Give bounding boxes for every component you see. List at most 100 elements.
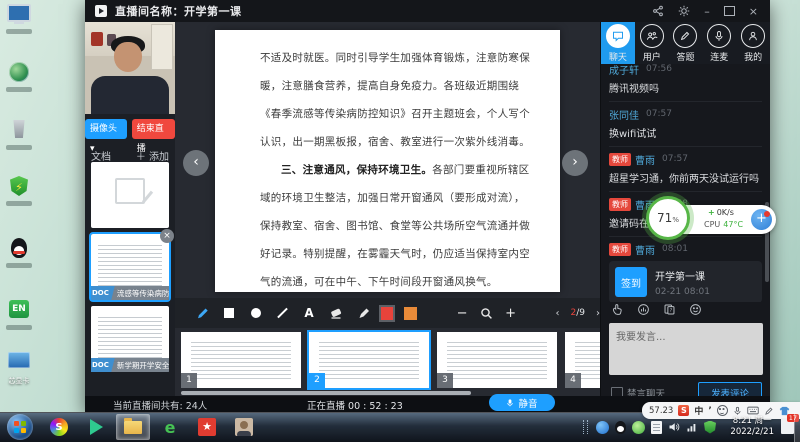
tray-app-icon[interactable]: [596, 421, 609, 434]
tab-mic-connect[interactable]: 连麦: [702, 22, 736, 64]
next-page-arrow[interactable]: ›: [562, 150, 588, 176]
ellipse-tool-icon[interactable]: [248, 305, 264, 321]
end-live-button[interactable]: 结束直播: [132, 119, 175, 139]
taskbar-active-app-icon[interactable]: [116, 414, 150, 440]
desktop-icon-computer[interactable]: [3, 4, 35, 34]
thumb-preview: [191, 339, 291, 381]
close-document-icon[interactable]: ×: [160, 229, 174, 243]
page-thumbnail-2-selected[interactable]: 2: [309, 332, 429, 388]
webcam-preview: [85, 22, 175, 114]
composer-toolbar: ?: [611, 303, 702, 316]
prev-page-arrow[interactable]: ‹: [183, 150, 209, 176]
taskbar-browser-icon[interactable]: e: [153, 414, 187, 440]
teacher-badge: 教师: [609, 243, 631, 256]
doc-line: 保持教室、宿舍、图书馆、食堂等公共场所空气流通并做: [260, 212, 532, 240]
settings-gear-icon[interactable]: [678, 5, 690, 17]
document-page-canvas[interactable]: 不适及时就医。同时引导学生加强体育锻炼，注意防寒保 暖，注意膳食营养，提高自身免…: [215, 30, 560, 292]
taskbar-player-icon[interactable]: [79, 414, 113, 440]
tab-quiz[interactable]: 答题: [669, 22, 703, 64]
network-icon[interactable]: [686, 421, 698, 433]
rectangle-tool-icon[interactable]: [222, 305, 238, 321]
volume-icon[interactable]: [668, 421, 680, 433]
shelf-item: [91, 32, 103, 46]
sender-name: 曹雨: [635, 242, 655, 257]
pencil-tool-icon[interactable]: [195, 305, 211, 321]
ime-punct-toggle[interactable]: ’: [708, 406, 711, 416]
tab-mine[interactable]: 我的: [736, 22, 770, 64]
tray-qq-icon[interactable]: [615, 421, 626, 434]
poll-chart-icon[interactable]: [637, 303, 650, 316]
message-time: 07:57: [662, 154, 688, 164]
ime-language-toggle[interactable]: 中: [694, 404, 703, 417]
page-thumbnail-1[interactable]: 1: [181, 332, 301, 388]
page-prev-icon[interactable]: ‹: [555, 308, 559, 319]
zoom-out-button[interactable]: −: [457, 306, 468, 321]
doc-line: 好记录。特别提醒，在雾霾天气时，仍应适当保持室内空: [260, 240, 532, 268]
page-thumbnail-3[interactable]: 3: [437, 332, 557, 388]
text-tool-icon[interactable]: A: [301, 305, 317, 321]
tab-users[interactable]: 用户: [635, 22, 669, 64]
viewer-count: 当前直播间共有: 24人: [113, 398, 207, 412]
whiteboard-thumbnail[interactable]: [91, 162, 169, 228]
emoji-picker-icon[interactable]: [717, 405, 728, 416]
desktop-icon-recycle-bin[interactable]: [3, 120, 35, 150]
tray-security-icon[interactable]: [632, 421, 645, 434]
desktop-icon-en-app[interactable]: EN: [3, 300, 35, 330]
desktop-icon-browser[interactable]: [3, 62, 35, 92]
tab-chat[interactable]: 聊天: [601, 22, 635, 64]
boost-ball-icon[interactable]: +: [751, 209, 772, 230]
share-icon[interactable]: [652, 5, 664, 17]
cpu-temp: CPU47°C: [704, 220, 743, 229]
sogou-logo-icon[interactable]: S: [678, 405, 689, 416]
chat-message-list[interactable]: 成子轩07:56 腾讯视频吗 张同佳07:57 换wifi试试 教师曹雨07:5…: [601, 64, 770, 302]
mute-button[interactable]: 静音: [489, 394, 555, 411]
page-indicator: 2/9: [570, 308, 585, 318]
handwriting-icon[interactable]: [764, 406, 774, 416]
thumbnail-scrollbar[interactable]: [181, 391, 471, 395]
soft-keyboard-icon[interactable]: [747, 406, 759, 415]
app-logo-icon: [95, 5, 107, 17]
brush-tool-icon[interactable]: [354, 305, 370, 321]
taskbar-avatar-icon[interactable]: [227, 414, 261, 440]
like-hand-icon[interactable]: [611, 303, 624, 316]
camera-dropdown-button[interactable]: 摄像头 ▾: [85, 119, 127, 139]
document-thumbnail-selected[interactable]: × DOC 流感等传染病防控工作...: [91, 234, 169, 300]
maximize-button[interactable]: [724, 6, 735, 16]
add-document-button[interactable]: ＋ 添加: [136, 148, 169, 163]
start-button[interactable]: [7, 414, 33, 440]
taskbar-chaoxing-icon[interactable]: ★: [190, 414, 224, 440]
thumb-preview: [319, 339, 419, 381]
person-icon: [741, 24, 765, 48]
whiteboard-icon: [115, 178, 145, 204]
color-swatch-orange[interactable]: [404, 307, 417, 320]
page-thumbnail-4[interactable]: 4: [565, 332, 600, 388]
magnifier-icon[interactable]: [479, 305, 495, 321]
desktop-icon-qq[interactable]: [3, 238, 35, 268]
question-card-icon[interactable]: ?: [663, 303, 676, 316]
icon-label: [6, 263, 32, 268]
memory-percent-ring[interactable]: 71%: [646, 196, 690, 240]
signin-button[interactable]: 签到: [615, 267, 647, 297]
document-thumbnail[interactable]: DOC 新学期开学安全告知书...: [91, 306, 169, 372]
show-desktop-button[interactable]: [794, 413, 800, 442]
chat-input[interactable]: [609, 323, 763, 375]
taskbar-clock[interactable]: 8:21 周一 2022/2/21: [730, 416, 774, 438]
presenter-body: [91, 76, 169, 114]
eraser-tool-icon[interactable]: [328, 305, 344, 321]
close-button[interactable]: ×: [749, 6, 758, 17]
desktop-icon-security[interactable]: ⚡: [3, 176, 35, 206]
minimize-button[interactable]: –: [704, 6, 710, 17]
desktop-icon-intel-graphics[interactable]: 芯显卡: [3, 352, 35, 386]
tray-notepad-icon[interactable]: [651, 421, 662, 434]
zoom-in-button[interactable]: +: [505, 306, 516, 321]
globe-icon: [9, 62, 29, 82]
notification-icon[interactable]: 17: [781, 418, 794, 434]
page-number-badge: 3: [437, 373, 453, 388]
tray-shield-icon[interactable]: [704, 421, 716, 434]
line-tool-icon[interactable]: [275, 305, 291, 321]
color-swatch-red[interactable]: [381, 307, 394, 320]
voice-input-icon[interactable]: [733, 406, 742, 416]
emoji-smiley-icon[interactable]: [689, 303, 702, 316]
taskbar-sogou-icon[interactable]: S: [42, 414, 76, 440]
windows-logo-icon: [14, 421, 26, 433]
